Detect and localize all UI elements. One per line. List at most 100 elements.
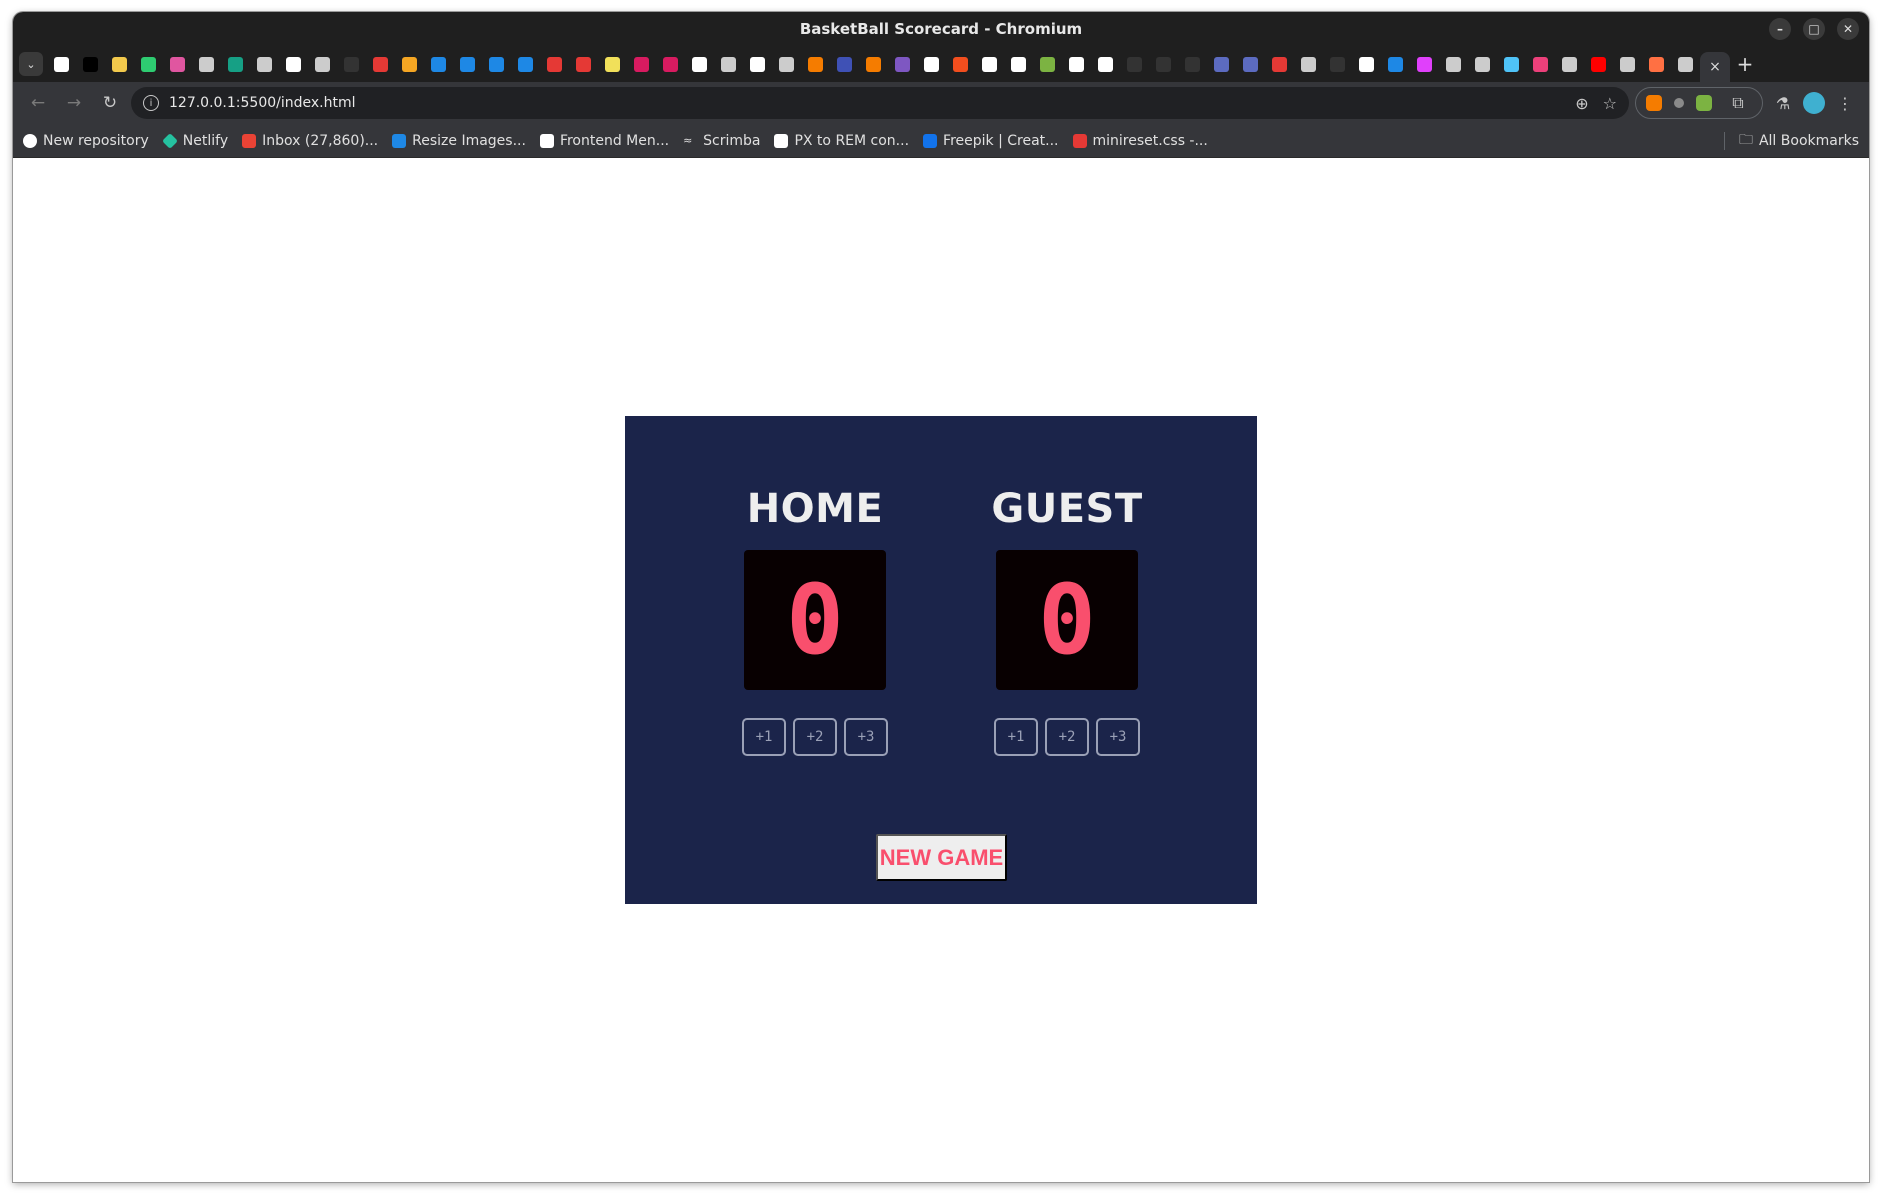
tab-favicon-icon[interactable] [627,46,656,82]
site-info-icon[interactable]: i [143,95,159,111]
tab-favicon-icon[interactable] [366,46,395,82]
favicon-icon [1562,56,1577,72]
home-add-3-button[interactable]: +3 [844,718,888,756]
maximize-icon[interactable]: □ [1803,18,1825,40]
guest-add-1-button[interactable]: +1 [994,718,1038,756]
tab-favicon-icon[interactable] [1120,46,1149,82]
tab-favicon-icon[interactable] [1091,46,1120,82]
close-icon[interactable]: ✕ [1837,18,1859,40]
tab-favicon-icon[interactable] [743,46,772,82]
tab-favicon-icon[interactable] [772,46,801,82]
tab-favicon-icon[interactable] [569,46,598,82]
bookmark-item[interactable]: Resize Images... [392,133,526,149]
bookmark-item[interactable]: minireset.css -... [1072,133,1208,149]
tab-favicon-icon[interactable] [1149,46,1178,82]
tab-favicon-icon[interactable] [1323,46,1352,82]
bookmark-item[interactable]: Inbox (27,860)... [242,133,378,149]
tab-favicon-icon[interactable] [1497,46,1526,82]
tab-favicon-icon[interactable] [714,46,743,82]
bookmark-item[interactable]: Netlify [161,133,228,149]
tab-favicon-icon[interactable] [1439,46,1468,82]
tab-favicon-icon[interactable] [453,46,482,82]
chart-extension-icon[interactable] [1696,95,1712,111]
tab-favicon-icon[interactable] [1062,46,1091,82]
tab-favicon-icon[interactable] [1294,46,1323,82]
tab-favicon-icon[interactable] [76,46,105,82]
home-add-2-button[interactable]: +2 [793,718,837,756]
tab-favicon-icon[interactable] [424,46,453,82]
guest-add-2-button[interactable]: +2 [1045,718,1089,756]
guest-add-3-button[interactable]: +3 [1096,718,1140,756]
forward-arrow-icon[interactable]: → [59,88,89,118]
tab-favicon-icon[interactable] [337,46,366,82]
tab-favicon-icon[interactable] [250,46,279,82]
bookmark-item[interactable]: Frontend Men... [539,133,669,149]
tab-favicon-icon[interactable] [917,46,946,82]
tab-favicon-icon[interactable] [1410,46,1439,82]
tab-favicon-icon[interactable] [163,46,192,82]
tab-favicon-icon[interactable] [1004,46,1033,82]
tab-favicon-icon[interactable] [308,46,337,82]
tab-favicon-icon[interactable] [1352,46,1381,82]
bookmark-item[interactable]: Freepik | Creat... [923,133,1059,149]
tab-favicon-icon[interactable] [1526,46,1555,82]
tab-favicon-icon[interactable] [482,46,511,82]
favicon-icon [1591,56,1606,72]
tab-favicon-icon[interactable] [192,46,221,82]
tab-favicon-icon[interactable] [1381,46,1410,82]
tab-favicon-icon[interactable] [946,46,975,82]
minimize-icon[interactable]: – [1769,18,1791,40]
menu-kebab-icon[interactable]: ⋮ [1831,89,1859,117]
tab-close-icon[interactable]: × [1709,59,1721,75]
tab-favicon-icon[interactable] [1671,46,1700,82]
tab-favicon-icon[interactable] [105,46,134,82]
home-add-1-button[interactable]: +1 [742,718,786,756]
tab-favicon-icon[interactable] [1555,46,1584,82]
reload-icon[interactable]: ↻ [95,88,125,118]
tab-favicon-icon[interactable] [1207,46,1236,82]
zoom-icon[interactable]: ⊕ [1575,94,1588,113]
tab-favicon-icon[interactable] [1642,46,1671,82]
tab-favicon-icon[interactable] [598,46,627,82]
favicon-icon [1156,56,1171,72]
tab-favicon-icon[interactable] [1178,46,1207,82]
extension-dot-icon[interactable] [1674,98,1684,108]
metamask-extension-icon[interactable] [1646,95,1662,111]
back-arrow-icon[interactable]: ← [23,88,53,118]
tab-favicon-icon[interactable] [975,46,1004,82]
puzzle-extensions-icon[interactable]: ⧉ [1724,89,1752,117]
new-game-button[interactable]: NEW GAME [876,834,1007,881]
tab-favicon-icon[interactable] [1265,46,1294,82]
bookmark-item[interactable]: ≈ Scrimba [683,133,760,149]
favicon-icon [170,56,185,72]
tab-favicon-icon[interactable] [801,46,830,82]
profile-avatar[interactable] [1803,92,1825,114]
tab-favicon-icon[interactable] [1236,46,1265,82]
tab-favicon-icon[interactable] [279,46,308,82]
tab-favicon-icon[interactable] [47,46,76,82]
tab-favicon-icon[interactable] [685,46,714,82]
active-tab[interactable]: × [1700,52,1730,82]
tab-favicon-icon[interactable] [395,46,424,82]
labs-flask-icon[interactable]: ⚗ [1769,89,1797,117]
tab-favicon-icon[interactable] [540,46,569,82]
tab-favicon-icon[interactable] [859,46,888,82]
tab-favicon-icon[interactable] [221,46,250,82]
address-bar[interactable]: i 127.0.0.1:5500/index.html ⊕ ☆ [131,87,1629,119]
new-tab-button[interactable]: + [1730,49,1760,79]
tab-favicon-icon[interactable] [1468,46,1497,82]
tab-favicon-icon[interactable] [656,46,685,82]
tab-search-chevron-icon[interactable]: ⌄ [19,52,43,76]
tab-favicon-icon[interactable] [830,46,859,82]
url-text[interactable]: 127.0.0.1:5500/index.html [169,95,1565,111]
tab-favicon-icon[interactable] [511,46,540,82]
tab-favicon-icon[interactable] [888,46,917,82]
bookmark-item[interactable]: New repository [23,133,149,149]
bookmark-star-icon[interactable]: ☆ [1603,94,1617,113]
bookmark-item[interactable]: PX to REM con... [774,133,909,149]
tab-favicon-icon[interactable] [1584,46,1613,82]
tab-favicon-icon[interactable] [1613,46,1642,82]
all-bookmarks-button[interactable]: 🗀 All Bookmarks [1739,129,1859,153]
tab-favicon-icon[interactable] [134,46,163,82]
tab-favicon-icon[interactable] [1033,46,1062,82]
